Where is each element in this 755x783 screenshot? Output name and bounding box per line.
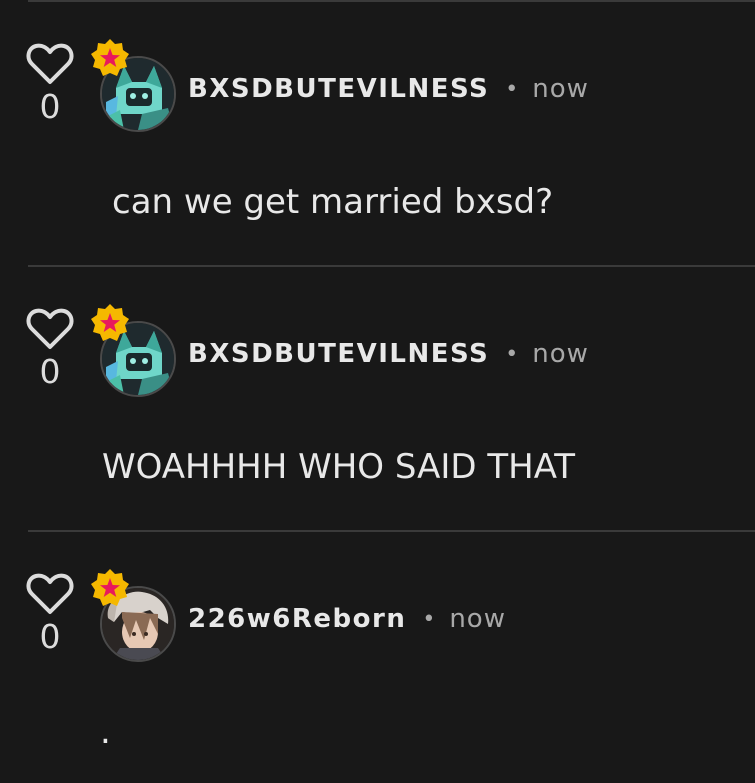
heart-icon[interactable] [26, 307, 74, 351]
comment-text: WOAHHHH WHO SAID THAT [102, 447, 576, 487]
like-control: 0 [24, 307, 76, 388]
comment-divider [28, 530, 755, 532]
username[interactable]: BXSDBUTEVILNESS [188, 339, 489, 369]
separator-dot: • [505, 76, 519, 102]
heart-icon[interactable] [26, 572, 74, 616]
like-count: 0 [39, 617, 61, 656]
like-count: 0 [39, 87, 61, 126]
avatar[interactable] [91, 569, 176, 662]
like-count: 0 [39, 352, 61, 391]
timestamp: now [532, 74, 589, 104]
heart-icon[interactable] [26, 42, 74, 86]
timestamp: now [532, 339, 589, 369]
username[interactable]: 226w6Reborn [188, 604, 406, 634]
comment-text: can we get married bxsd? [112, 182, 554, 222]
star-badge-icon [91, 569, 129, 606]
comment-text: . [100, 712, 111, 752]
star-badge-icon [91, 39, 129, 76]
username[interactable]: BXSDBUTEVILNESS [188, 74, 489, 104]
separator-dot: • [422, 606, 436, 632]
avatar[interactable] [91, 39, 176, 132]
comment-meta: BXSDBUTEVILNESS • now [188, 74, 589, 104]
star-badge-icon [91, 304, 129, 341]
like-control: 0 [24, 572, 76, 653]
separator-dot: • [505, 341, 519, 367]
like-control: 0 [24, 42, 76, 123]
avatar[interactable] [91, 304, 176, 397]
comment-divider [28, 265, 755, 267]
comment-meta: 226w6Reborn • now [188, 604, 506, 634]
top-divider [28, 0, 755, 2]
timestamp: now [449, 604, 506, 634]
comment-meta: BXSDBUTEVILNESS • now [188, 339, 589, 369]
